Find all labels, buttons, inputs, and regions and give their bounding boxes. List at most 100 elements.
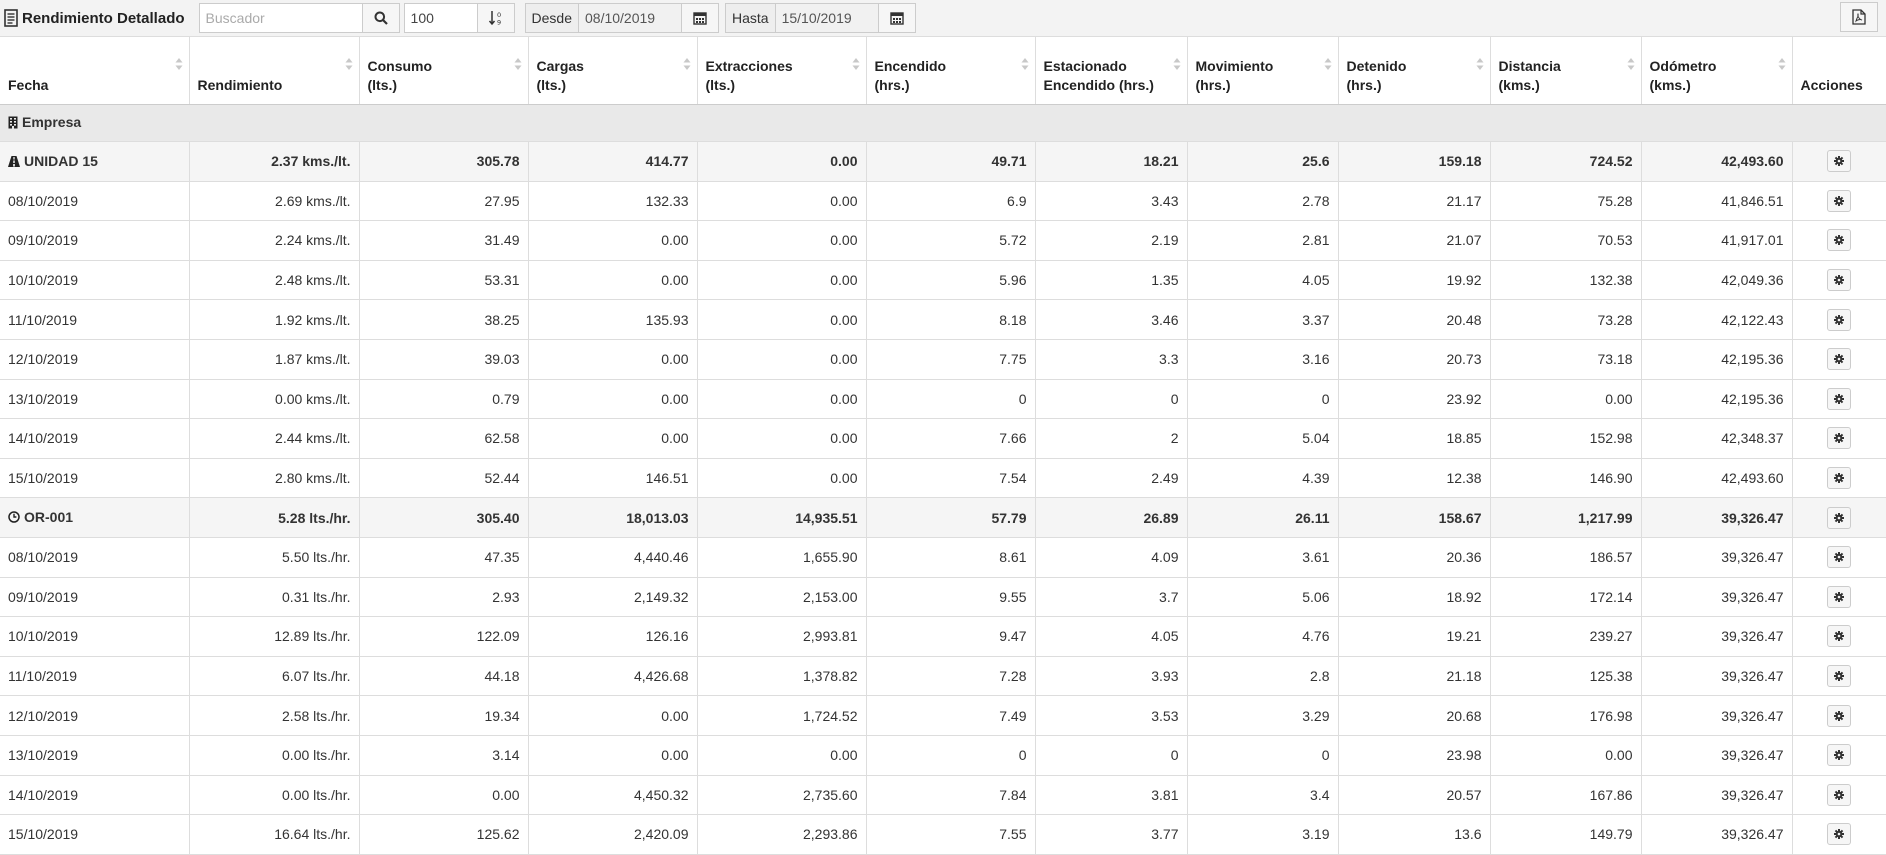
column-header-line1: Cargas (536, 58, 584, 74)
date-cell: 11/10/2019 (0, 656, 190, 697)
road-icon (8, 155, 20, 167)
settings-button[interactable] (1827, 665, 1851, 688)
summary-cell: 26.89 (1035, 497, 1188, 538)
column-header[interactable]: Fecha (0, 37, 190, 105)
table-row[interactable]: 13/10/2019 0.00 kms./lt. 0.79 0.00 0.00 0 0 0 23… (0, 379, 1886, 420)
value-cell: 135.93 (528, 299, 698, 340)
table-row[interactable]: 13/10/2019 0.00 lts./hr. 3.14 0.00 0.00 0 0 0 23… (0, 735, 1886, 776)
column-header[interactable]: Distancia (kms.) (1490, 37, 1642, 105)
column-header[interactable]: Acciones (1792, 37, 1886, 105)
table-row[interactable]: 15/10/2019 16.64 lts./hr. 125.62 2,420.09 2,… (0, 814, 1886, 855)
table-row[interactable]: 12/10/2019 2.58 lts./hr. 19.34 0.00 1,724.52… (0, 695, 1886, 736)
table-row[interactable]: 14/10/2019 2.44 kms./lt. 62.58 0.00 0.00 7.66… (0, 418, 1886, 459)
value-cell: 3.43 (1035, 181, 1188, 222)
summary-cell: 0.00 (697, 141, 867, 182)
value-cell: 2,993.81 (697, 616, 867, 657)
settings-button[interactable] (1827, 546, 1851, 569)
value-cell: 39.03 (359, 339, 529, 380)
settings-button[interactable] (1827, 229, 1851, 252)
settings-button[interactable] (1827, 704, 1851, 727)
search-input[interactable] (198, 3, 362, 33)
settings-button[interactable] (1827, 585, 1851, 608)
settings-button[interactable] (1827, 467, 1851, 490)
settings-button[interactable] (1827, 506, 1851, 529)
table-row[interactable]: 09/10/2019 0.31 lts./hr. 2.93 2,149.32 2,153… (0, 577, 1886, 618)
column-header[interactable]: Odómetro (kms.) (1641, 37, 1793, 105)
table-row[interactable]: 11/10/2019 1.92 kms./lt. 38.25 135.93 0.00 8.… (0, 299, 1886, 340)
sort-order-button[interactable]: 0 9 (476, 3, 515, 33)
settings-button[interactable] (1827, 348, 1851, 371)
value-cell: 41,917.01 (1641, 220, 1793, 261)
settings-button[interactable] (1827, 387, 1851, 410)
settings-button[interactable] (1827, 625, 1851, 648)
value-cell: 2,153.00 (697, 577, 867, 618)
table-row[interactable]: 10/10/2019 12.89 lts./hr. 122.09 126.16 2,99… (0, 616, 1886, 657)
svg-text:9: 9 (497, 19, 501, 27)
gear-icon (1834, 552, 1844, 563)
sort-icon[interactable] (852, 57, 860, 71)
column-header-line1: Odómetro (1649, 58, 1717, 74)
sort-icon[interactable] (175, 57, 183, 71)
gear-icon (1834, 354, 1844, 365)
unit-name-cell: UNIDAD 15 (0, 141, 190, 182)
settings-button[interactable] (1827, 150, 1851, 173)
value-cell: 7.75 (866, 339, 1036, 380)
export-pdf-button[interactable] (1840, 2, 1878, 32)
table-row[interactable]: 12/10/2019 1.87 kms./lt. 39.03 0.00 0.00 7.75… (0, 339, 1886, 380)
column-header[interactable]: Movimiento (hrs.) (1187, 37, 1339, 105)
desde-calendar-button[interactable] (681, 3, 719, 33)
unit-summary-row[interactable]: UNIDAD 15 2.37 kms./lt. 305.78 414.77 0.00 49… (0, 141, 1886, 182)
value-cell: 19.34 (359, 695, 529, 736)
date-cell: 09/10/2019 (0, 577, 190, 618)
column-header[interactable]: Encendido (hrs.) (866, 37, 1036, 105)
table-row[interactable]: 08/10/2019 2.69 kms./lt. 27.95 132.33 0.00 6.… (0, 181, 1886, 222)
table-row[interactable]: 09/10/2019 2.24 kms./lt. 31.49 0.00 0.00 5.72… (0, 220, 1886, 261)
settings-button[interactable] (1827, 189, 1851, 212)
table-row[interactable]: 08/10/2019 5.50 lts./hr. 47.35 4,440.46 1,65… (0, 537, 1886, 578)
sort-icon[interactable] (1324, 57, 1332, 71)
column-header[interactable]: Estacionado Encendido (hrs.) (1035, 37, 1188, 105)
sort-icon[interactable] (1021, 57, 1029, 71)
desde-date-input[interactable]: 08/10/2019 (578, 3, 681, 33)
value-cell: 2.24 kms./lt. (189, 220, 360, 261)
settings-button[interactable] (1827, 269, 1851, 292)
column-header-line2: (hrs.) (1195, 77, 1231, 93)
table-row[interactable]: 15/10/2019 2.80 kms./lt. 52.44 146.51 0.00 7.… (0, 458, 1886, 499)
sort-icon[interactable] (1173, 57, 1181, 71)
value-cell: 2,420.09 (528, 814, 698, 855)
table-row[interactable]: 14/10/2019 0.00 lts./hr. 0.00 4,450.32 2,735… (0, 775, 1886, 816)
gear-icon (1834, 275, 1844, 286)
sort-icon[interactable] (683, 57, 691, 71)
column-header[interactable]: Rendimiento (189, 37, 360, 105)
unit-summary-row[interactable]: OR-001 5.28 lts./hr. 305.40 18,013.03 14,935… (0, 497, 1886, 538)
sort-icon[interactable] (1627, 57, 1635, 71)
hasta-calendar-button[interactable] (877, 3, 916, 33)
sort-icon[interactable] (345, 57, 353, 71)
value-cell: 3.81 (1035, 775, 1188, 816)
settings-button[interactable] (1827, 783, 1851, 806)
value-cell: 0.00 (528, 339, 698, 380)
search-button[interactable] (361, 3, 400, 33)
column-header[interactable]: Extracciones (lts.) (697, 37, 867, 105)
summary-cell: 414.77 (528, 141, 698, 182)
settings-button[interactable] (1827, 427, 1851, 450)
gear-icon (1834, 591, 1844, 602)
sort-icon[interactable] (1778, 57, 1786, 71)
settings-button[interactable] (1827, 823, 1851, 846)
table-row[interactable]: 10/10/2019 2.48 kms./lt. 53.31 0.00 0.00 5.96… (0, 260, 1886, 301)
value-cell: 9.47 (866, 616, 1036, 657)
column-header[interactable]: Cargas (lts.) (528, 37, 698, 105)
actions-cell (1792, 656, 1886, 697)
column-header[interactable]: Detenido (hrs.) (1338, 37, 1491, 105)
limit-input[interactable] (403, 3, 477, 33)
date-cell: 08/10/2019 (0, 537, 190, 578)
gear-icon (1834, 473, 1844, 484)
sort-icon[interactable] (1476, 57, 1484, 71)
settings-button[interactable] (1827, 744, 1851, 767)
actions-cell (1792, 735, 1886, 776)
hasta-date-input[interactable]: 15/10/2019 (774, 3, 878, 33)
sort-icon[interactable] (514, 57, 522, 71)
settings-button[interactable] (1827, 308, 1851, 331)
column-header[interactable]: Consumo (lts.) (359, 37, 529, 105)
table-row[interactable]: 11/10/2019 6.07 lts./hr. 44.18 4,426.68 1,37… (0, 656, 1886, 697)
